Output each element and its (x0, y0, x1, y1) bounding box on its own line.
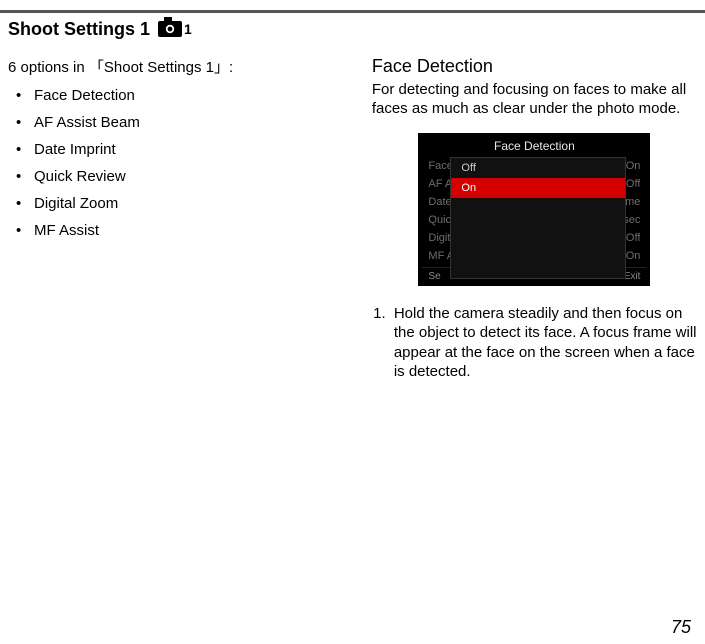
option-item: Digital Zoom (34, 195, 332, 212)
lcd-menu-title: Face Detection (422, 139, 646, 153)
page-content: Shoot Settings 1 1 6 options in 「Shoot S… (0, 17, 705, 382)
lcd-row-left: Face (428, 160, 452, 172)
lcd-row-right: On (626, 160, 641, 172)
camera-lcd-figure: Face Detection Face On AF A Off Date Tim (372, 133, 697, 286)
left-column: 6 options in 「Shoot Settings 1」: Face De… (8, 56, 332, 382)
option-item: Quick Review (34, 168, 332, 185)
subsection-heading: Face Detection (372, 56, 697, 77)
lcd-row-left: Quic (428, 214, 451, 226)
camera-lcd-screen: Face Detection Face On AF A Off Date Tim (418, 133, 650, 286)
instruction-step: Hold the camera steadily and then focus … (390, 304, 697, 382)
lcd-footer-left: Se (428, 271, 440, 282)
lcd-row-left: AF A (428, 178, 452, 190)
page-number: 75 (671, 617, 691, 638)
lcd-row-right: Off (626, 178, 640, 190)
top-divider (0, 10, 705, 13)
two-column-layout: 6 options in 「Shoot Settings 1」: Face De… (8, 56, 697, 382)
right-column: Face Detection For detecting and focusin… (372, 56, 697, 382)
camera-icon-badge: 1 (184, 21, 192, 37)
lcd-row-left: Date (428, 196, 451, 208)
options-intro: 6 options in 「Shoot Settings 1」: (8, 56, 332, 77)
option-item: MF Assist (34, 222, 332, 239)
lcd-popup: Off On (450, 157, 626, 279)
option-item: Date Imprint (34, 141, 332, 158)
camera-icon: 1 (158, 17, 192, 42)
lcd-row-right: Off (626, 232, 640, 244)
heading-text: Shoot Settings 1 (8, 19, 150, 40)
option-item: Face Detection (34, 87, 332, 104)
section-heading: Shoot Settings 1 1 (8, 17, 697, 42)
instruction-list: Hold the camera steadily and then focus … (372, 304, 697, 382)
lcd-row-right: On (626, 250, 641, 262)
lcd-popup-option-off[interactable]: Off (451, 158, 625, 178)
subsection-description: For detecting and focusing on faces to m… (372, 81, 697, 119)
lcd-popup-empty (451, 198, 625, 278)
option-item: AF Assist Beam (34, 114, 332, 131)
lcd-popup-option-on[interactable]: On (451, 178, 625, 198)
lcd-menu-rows: Face On AF A Off Date Time Quic (422, 157, 646, 265)
options-list: Face Detection AF Assist Beam Date Impri… (8, 87, 332, 239)
